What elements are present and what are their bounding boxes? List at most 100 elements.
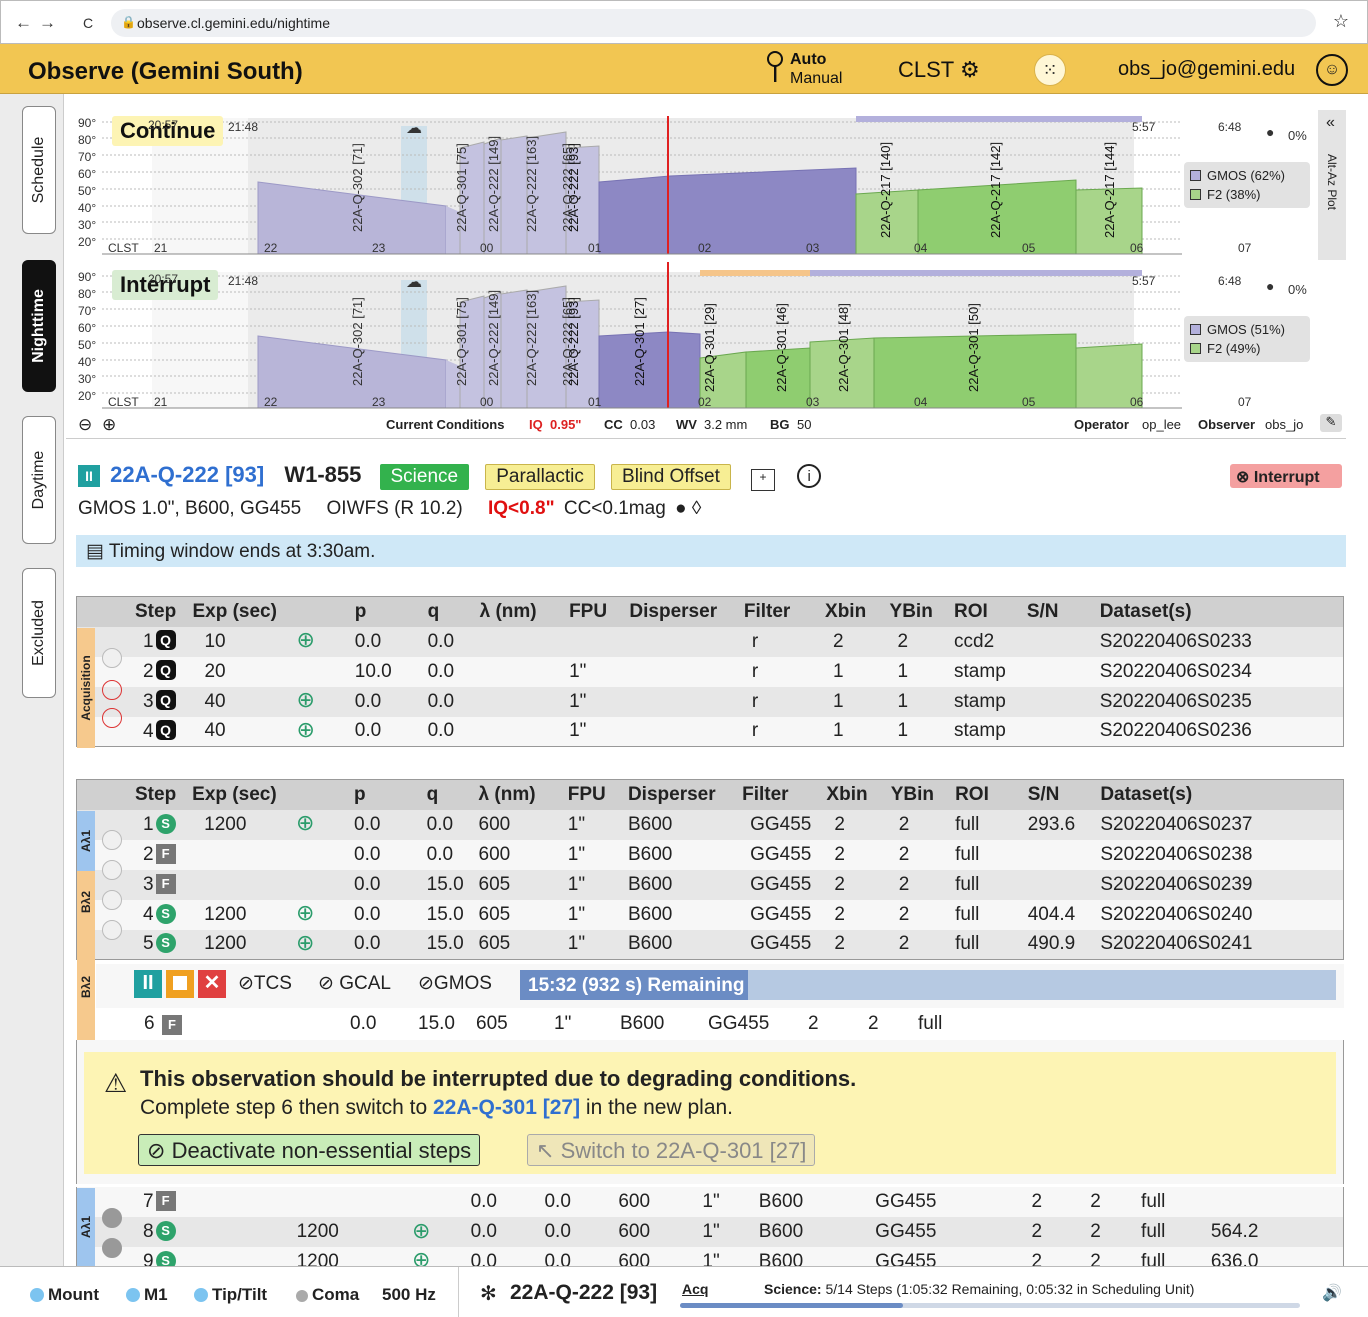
dataset-value[interactable]: S20220406S0241 [1094,929,1344,960]
key-icon[interactable] [766,50,784,84]
hour-tick: 06 [1130,395,1144,409]
info-icon[interactable]: i [797,464,822,488]
observation-label[interactable]: 22A-Q-301 [27] [632,297,647,386]
observation-label[interactable]: 22A-Q-301 [75] [454,297,469,386]
step-status-ring[interactable] [102,920,122,940]
avatar-icon[interactable]: ☺ [1316,54,1348,86]
switch-button[interactable]: ↖ Switch to 22A-Q-301 [27] [527,1134,816,1166]
tab-excluded[interactable]: Excluded [22,568,56,698]
dataset-value[interactable] [1319,1217,1344,1247]
observation-label[interactable]: 22A-Q-217 [140] [878,142,893,238]
hour-tick: 03 [806,241,820,255]
warning-icon: ⚠ [104,1068,128,1098]
apps-grid-icon[interactable]: ⁙ [1034,54,1066,86]
step-status-ring[interactable] [102,890,122,910]
table-row[interactable]: 4 S 1200 ⊕ 0.0 15.0 605 1" B600 GG455 2 2 full 404.4 S… [76,899,1344,930]
step-status-ring[interactable] [102,1208,122,1228]
roi-value: full [1135,1217,1205,1247]
back-icon[interactable]: ← [15,13,32,33]
table-row[interactable]: 7 F 0.0 0.0 600 1" B600 GG455 2 2 full [76,1187,1344,1217]
observation-label[interactable]: 22A-Q-301 [46] [774,303,789,392]
table-row[interactable]: 1 S 1200 ⊕ 0.0 0.0 600 1" B600 GG455 2 2 full 293.6 S2… [76,809,1344,840]
step-status-ring[interactable] [102,1238,122,1258]
hour-tick: 23 [372,395,386,409]
xbin-value: 1 [819,686,884,717]
observation-label[interactable]: 22A-Q-222 [149] [486,290,501,386]
dataset-value[interactable]: S20220406S0240 [1094,899,1344,930]
lambda-value: 600 [612,1217,697,1247]
crop-icon[interactable]: + [751,469,776,491]
sn-value [1020,656,1094,687]
column-header: Disperser [623,596,738,627]
dataset-value[interactable]: S20220406S0239 [1094,869,1344,900]
tab-nighttime[interactable]: Nighttime [22,260,56,392]
observation-label[interactable]: 22A-Q-302 [71] [350,143,365,232]
table-row[interactable]: 2 Q 20 10.0 0.0 1" r 1 1 stamp S20220406S0234 [76,656,1344,687]
table-row[interactable]: 3 F 0.0 15.0 605 1" B600 GG455 2 2 full S20220406S0… [76,869,1344,900]
group-label: Aλ1 [77,811,95,871]
step-status-ring[interactable] [102,860,122,880]
user-email[interactable]: obs_jo@gemini.edu [1118,58,1295,81]
observation-label[interactable]: 22A-Q-301 [48] [836,303,851,392]
step-status-ring[interactable] [102,680,122,700]
pause-icon[interactable]: II [78,465,100,487]
dataset-value[interactable]: S20220406S0238 [1094,839,1344,870]
step-status-ring[interactable] [102,648,122,668]
observation-label[interactable]: 22A-Q-301 [29] [702,303,717,392]
dataset-value[interactable]: S20220406S0236 [1093,716,1344,747]
stop-button[interactable] [166,970,194,998]
auto-manual-toggle[interactable]: Auto Manual [790,50,842,88]
group-label: Bλ2 [77,933,95,1041]
table-row[interactable]: 1 Q 10 ⊕ 0.0 0.0 r 2 2 ccd2 S20220406S0233 [76,626,1344,657]
table-row[interactable]: 2 F 0.0 0.0 600 1" B600 GG455 2 2 full S20220406S02… [76,839,1344,870]
step-number: 7 [143,1191,154,1212]
observation-label[interactable]: 22A-Q-222 [163] [524,136,539,232]
dataset-value[interactable] [1319,1187,1344,1217]
table-row[interactable]: 6 F 0.0 15.0 605 1" B600 GG455 2 2 full [96,1008,1344,1040]
dataset-value[interactable]: S20220406S0235 [1093,686,1344,717]
clst-settings[interactable]: CLST ⚙ [898,57,980,83]
edit-icon[interactable]: ✎ [1320,414,1342,432]
table-row[interactable]: 4 Q 40 ⊕ 0.0 0.0 1" r 1 1 stamp S20220406S0236 [76,716,1344,747]
forward-icon[interactable]: → [39,13,56,33]
column-header [289,779,349,810]
table-row[interactable]: 8 S 1200 ⊕ 0.0 0.0 600 1" B600 GG455 2 2 full 564.2 [76,1217,1344,1247]
step-number: 3 [143,691,154,712]
zoom-out-icon[interactable]: ⊖ [78,415,92,435]
observation-label[interactable]: 22A-Q-301 [75] [454,143,469,232]
observation-label[interactable]: 22A-Q-222 [149] [486,136,501,232]
step-status-ring[interactable] [102,708,122,728]
current-observation[interactable]: 22A-Q-222 [93] [510,1281,657,1305]
switch-target-link[interactable]: 22A-Q-301 [27] [433,1096,580,1119]
zoom-in-icon[interactable]: ⊕ [102,415,116,435]
address-bar[interactable]: 🔒 observe.cl.gemini.edu/nightime [111,9,1316,37]
app-title: Observe (Gemini South) [28,58,303,85]
altaz-plot-toggle[interactable]: « Alt-Az Plot [1318,110,1346,260]
hour-tick: 02 [698,395,712,409]
observation-label[interactable]: 22A-Q-217 [144] [1102,142,1117,238]
sound-icon[interactable]: 🔊 [1322,1283,1342,1303]
abort-button[interactable]: ✕ [198,970,226,998]
dataset-value[interactable]: S20220406S0234 [1093,656,1344,687]
reload-icon[interactable]: C [83,15,93,31]
observation-label[interactable]: 22A-Q-217 [142] [988,142,1003,238]
pause-button[interactable]: II [134,970,162,998]
observation-label[interactable]: 22A-Q-222 [93] [566,143,581,232]
observation-label[interactable]: 22A-Q-302 [71] [350,297,365,386]
tab-daytime[interactable]: Daytime [22,416,56,544]
dataset-value[interactable]: S20220406S0233 [1093,626,1344,657]
interrupt-button[interactable]: ⊗ Interrupt [1230,464,1342,488]
observation-label[interactable]: 22A-Q-301 [50] [966,303,981,392]
xbin-value: 2 [820,899,885,930]
observation-id[interactable]: 22A-Q-222 [93] [110,462,264,487]
table-row[interactable]: 3 Q 40 ⊕ 0.0 0.0 1" r 1 1 stamp S20220406S0235 [76,686,1344,717]
table-row[interactable]: 5 S 1200 ⊕ 0.0 15.0 605 1" B600 GG455 2 2 full 490.9 S… [76,929,1344,960]
step-status-ring[interactable] [102,830,122,850]
browser-toolbar: ← → C 🔒 observe.cl.gemini.edu/nightime ☆ [0,0,1368,44]
observation-label[interactable]: 22A-Q-222 [93] [566,297,581,386]
deactivate-button[interactable]: ⊘ Deactivate non-essential steps [138,1134,481,1166]
observation-label[interactable]: 22A-Q-222 [163] [524,290,539,386]
tab-schedule[interactable]: Schedule [22,106,56,234]
dataset-value[interactable]: S20220406S0237 [1094,809,1344,840]
bookmark-star-icon[interactable]: ☆ [1333,11,1349,32]
